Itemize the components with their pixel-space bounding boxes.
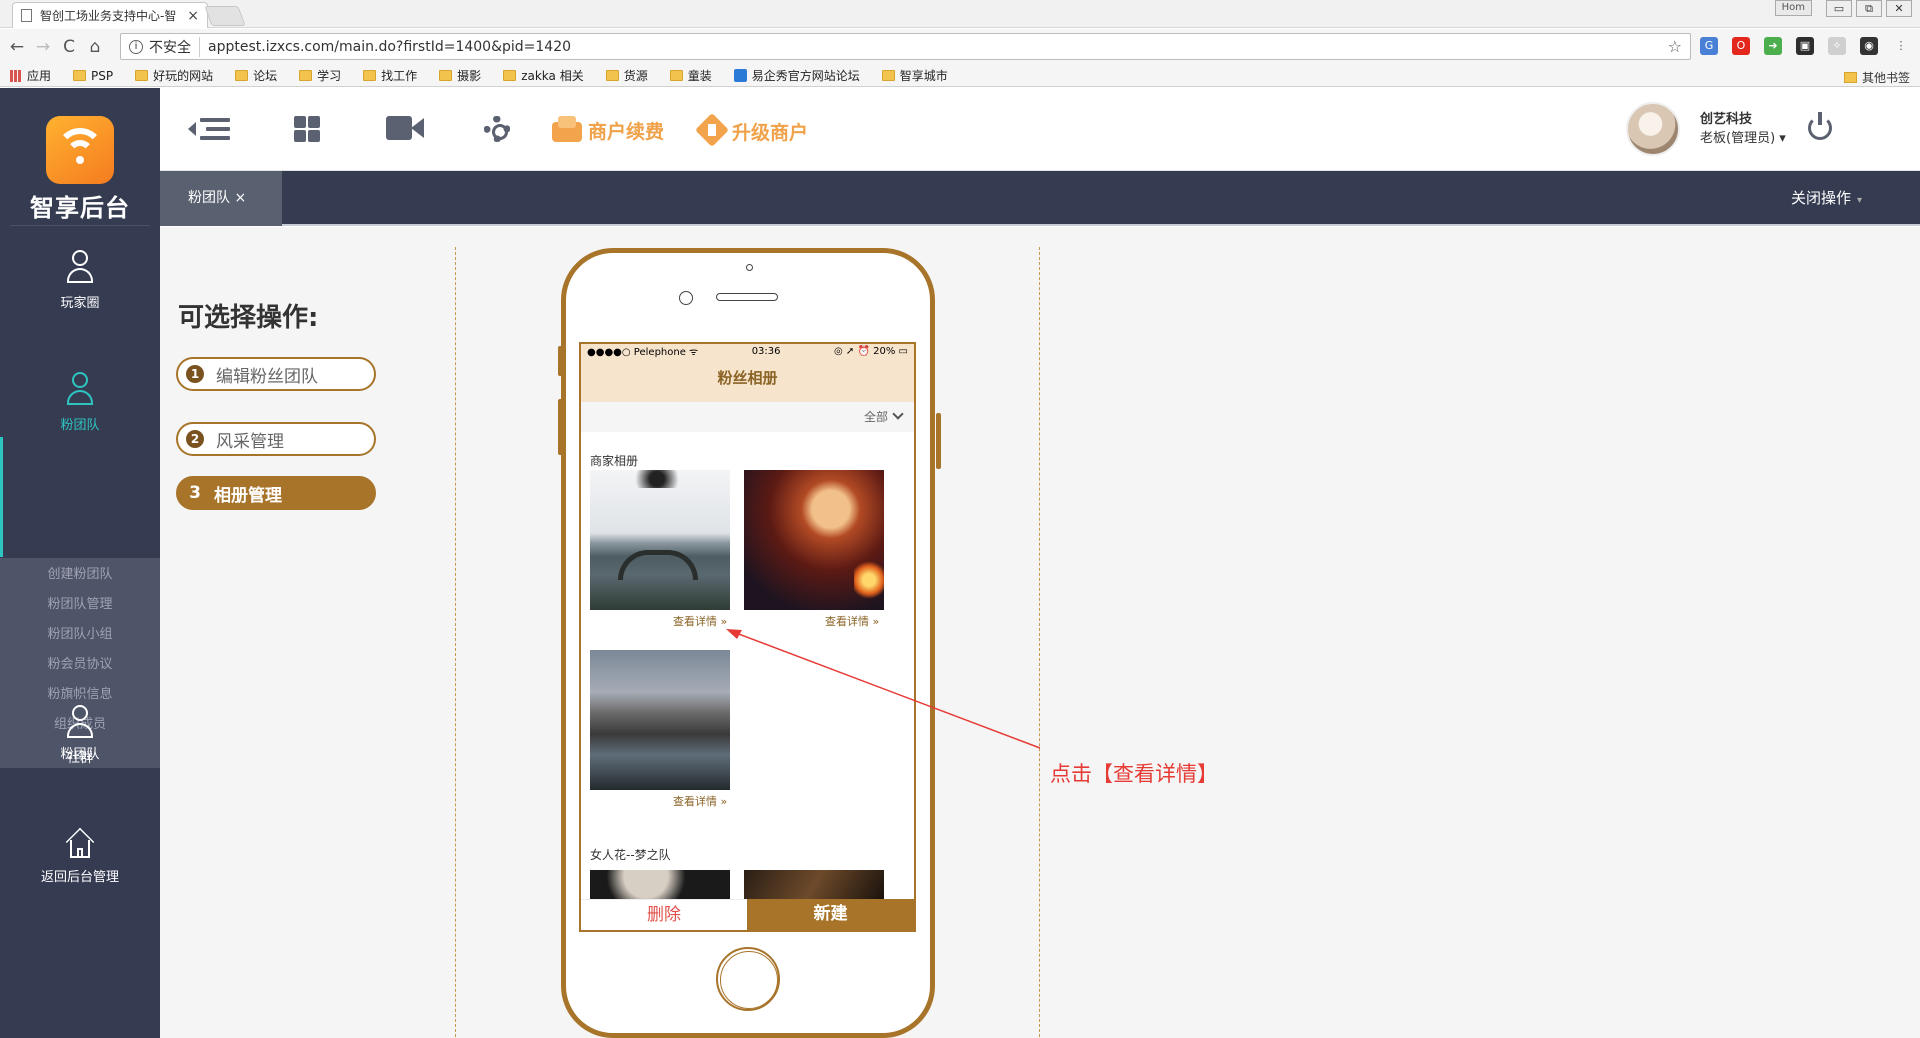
annotation-arrow: [726, 629, 1041, 749]
annotation-arrow-head: [726, 629, 742, 639]
annotation-arrow-line: [735, 632, 1041, 749]
annotation-text: 点击【查看详情】: [1050, 762, 1218, 786]
